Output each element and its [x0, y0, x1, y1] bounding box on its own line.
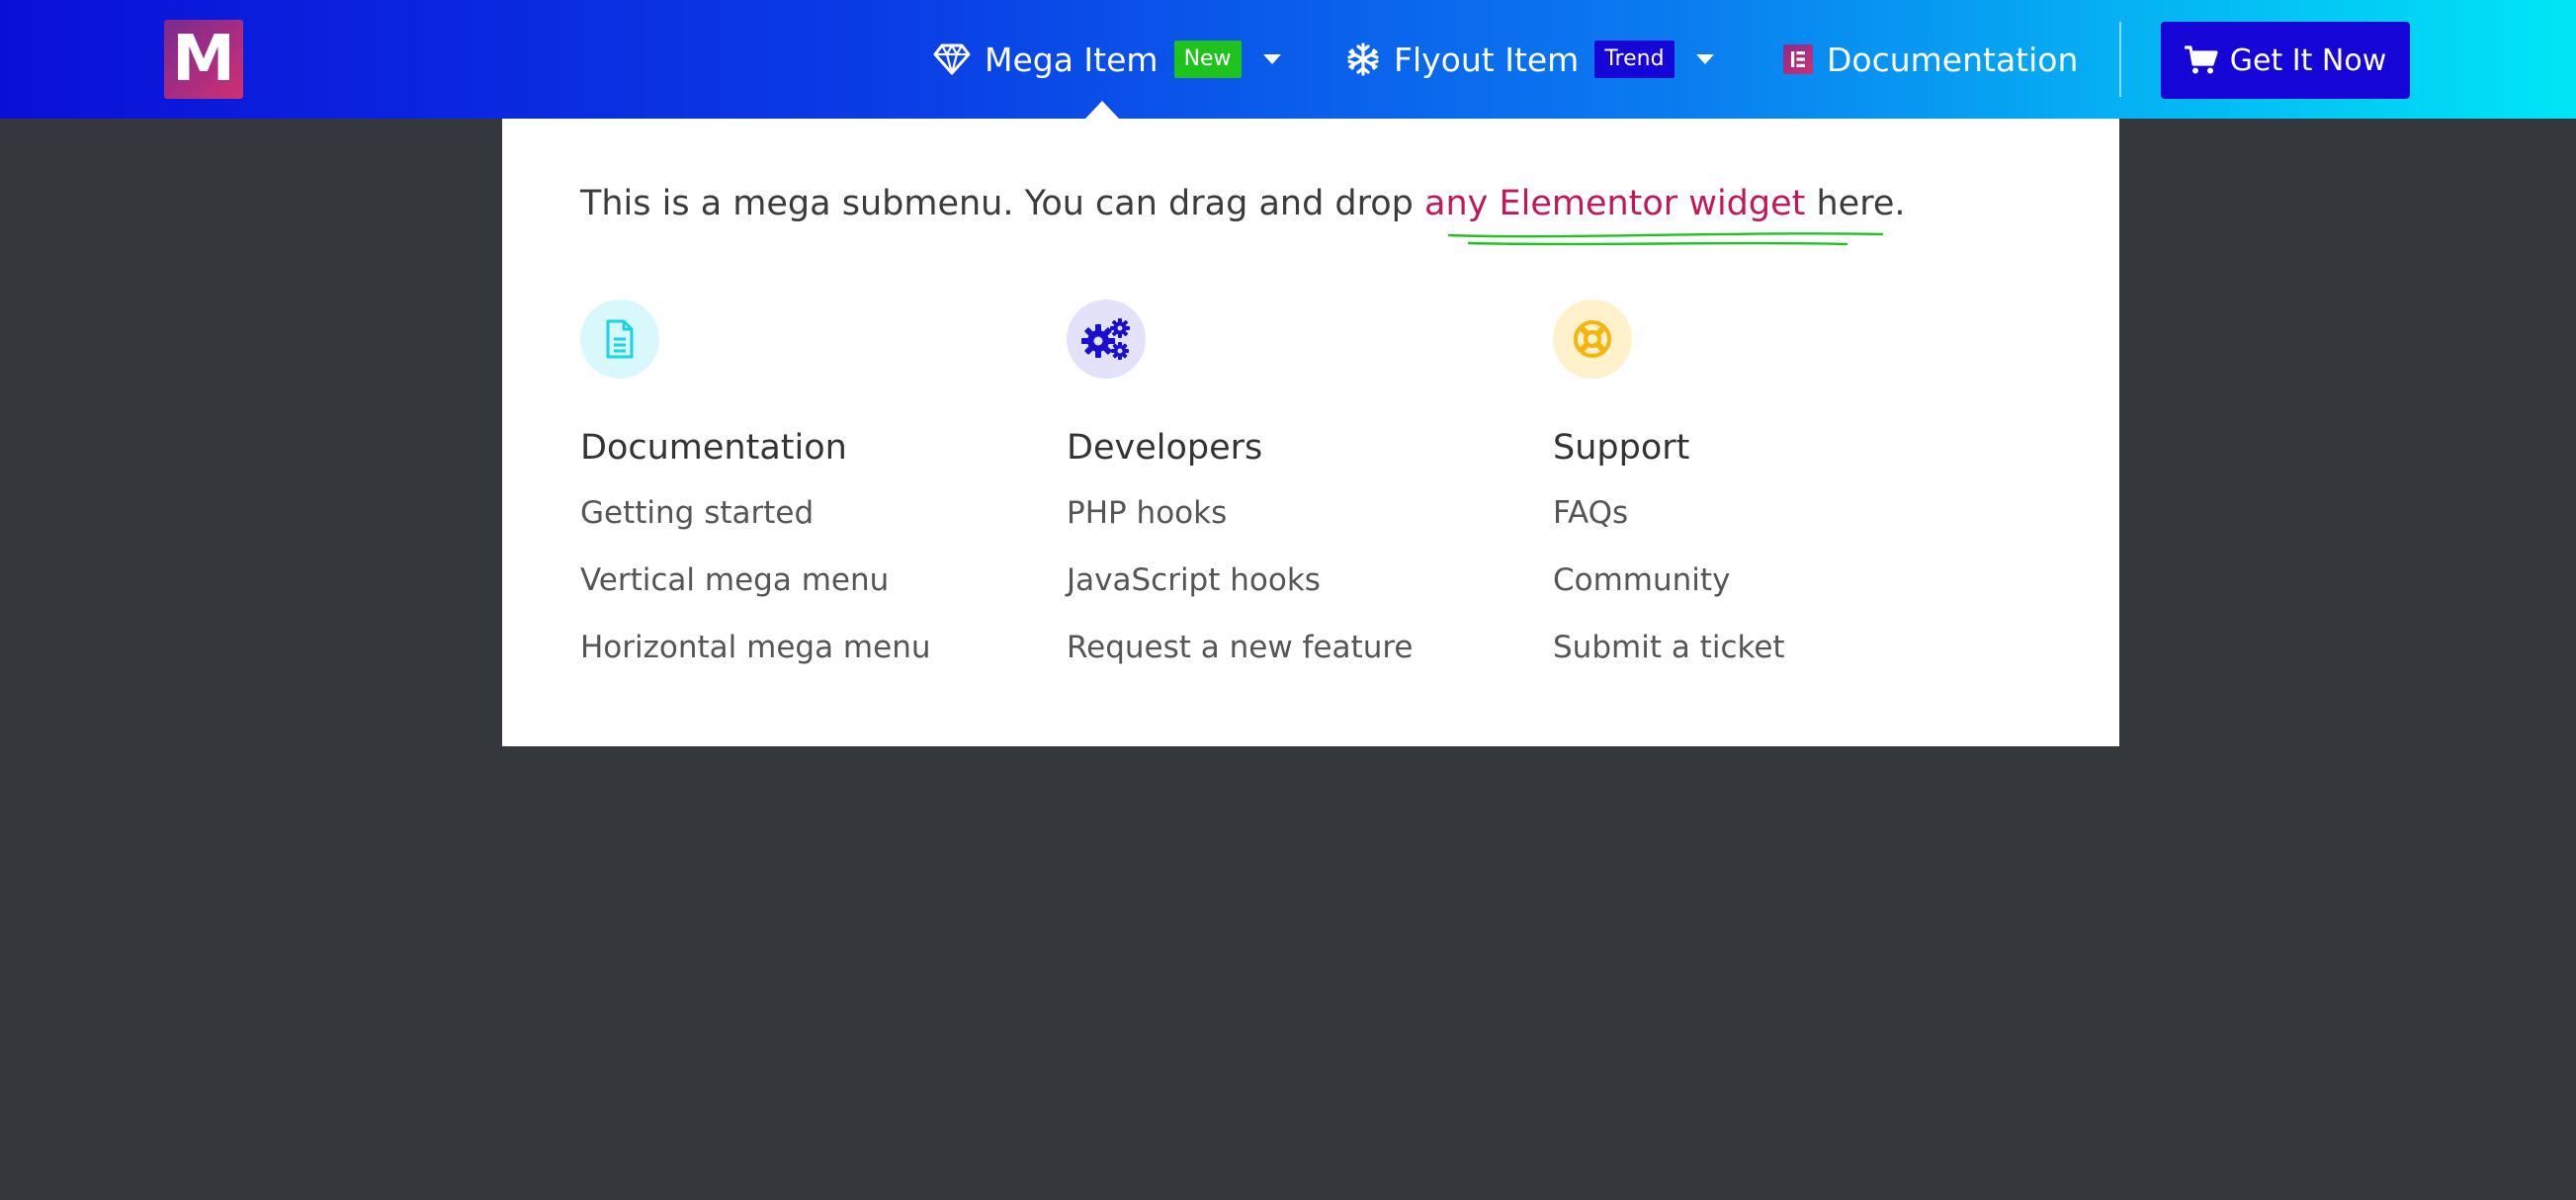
diamond-icon [933, 43, 971, 76]
column-heading: Developers [1067, 428, 1263, 468]
logo-letter: M [172, 23, 235, 96]
nav-item-documentation[interactable]: Documentation [1783, 0, 2078, 119]
nav-item-label: Flyout Item [1394, 40, 1580, 79]
column-heading: Documentation [580, 428, 847, 468]
gears-icon [1067, 300, 1146, 379]
column-heading: Support [1553, 428, 1690, 468]
chevron-down-icon[interactable] [1695, 54, 1714, 64]
submenu-column-developers: Developers PHP hooks JavaScript hooks Re… [1067, 300, 1413, 695]
cart-icon [2184, 45, 2218, 75]
lifebuoy-icon [1553, 300, 1632, 379]
document-icon [580, 300, 659, 379]
submenu-link[interactable]: Request a new feature [1067, 628, 1413, 695]
submenu-link[interactable]: FAQs [1553, 493, 1785, 560]
intro-text-before: This is a mega submenu. You can drag and… [580, 184, 1425, 223]
submenu-link[interactable]: Community [1553, 560, 1785, 628]
hand-drawn-underline [1447, 232, 1884, 246]
intro-highlight-text: any Elementor widget [1424, 184, 1806, 223]
submenu-link[interactable]: Getting started [580, 493, 931, 560]
nav-item-label: Documentation [1827, 40, 2079, 79]
trend-badge: Trend [1594, 40, 1674, 79]
site-logo[interactable]: M [164, 20, 243, 99]
submenu-link[interactable]: PHP hooks [1067, 493, 1413, 560]
submenu-link[interactable]: Submit a ticket [1553, 628, 1785, 695]
new-badge: New [1173, 40, 1242, 79]
submenu-column-support: Support FAQs Community Submit a ticket [1553, 300, 1785, 695]
chevron-down-icon[interactable] [1262, 54, 1281, 64]
snowflake-icon [1346, 43, 1380, 76]
mega-submenu-panel: This is a mega submenu. You can drag and… [502, 119, 2119, 746]
get-it-now-button[interactable]: Get It Now [2161, 22, 2410, 99]
nav-item-label: Mega Item [985, 40, 1159, 79]
submenu-intro-text: This is a mega submenu. You can drag and… [580, 184, 1905, 223]
submenu-link[interactable]: Horizontal mega menu [580, 628, 931, 695]
submenu-pointer [1085, 101, 1119, 119]
intro-text-after: here. [1805, 184, 1906, 223]
submenu-link[interactable]: Vertical mega menu [580, 560, 931, 628]
elementor-icon [1783, 44, 1813, 74]
nav-divider [2119, 22, 2121, 97]
top-navbar: M Mega Item New Flyout Item Trend Docume… [0, 0, 2576, 119]
cta-label: Get It Now [2229, 43, 2387, 78]
nav-item-flyout[interactable]: Flyout Item Trend [1346, 0, 1714, 119]
submenu-link[interactable]: JavaScript hooks [1067, 560, 1413, 628]
submenu-column-documentation: Documentation Getting started Vertical m… [580, 300, 931, 695]
